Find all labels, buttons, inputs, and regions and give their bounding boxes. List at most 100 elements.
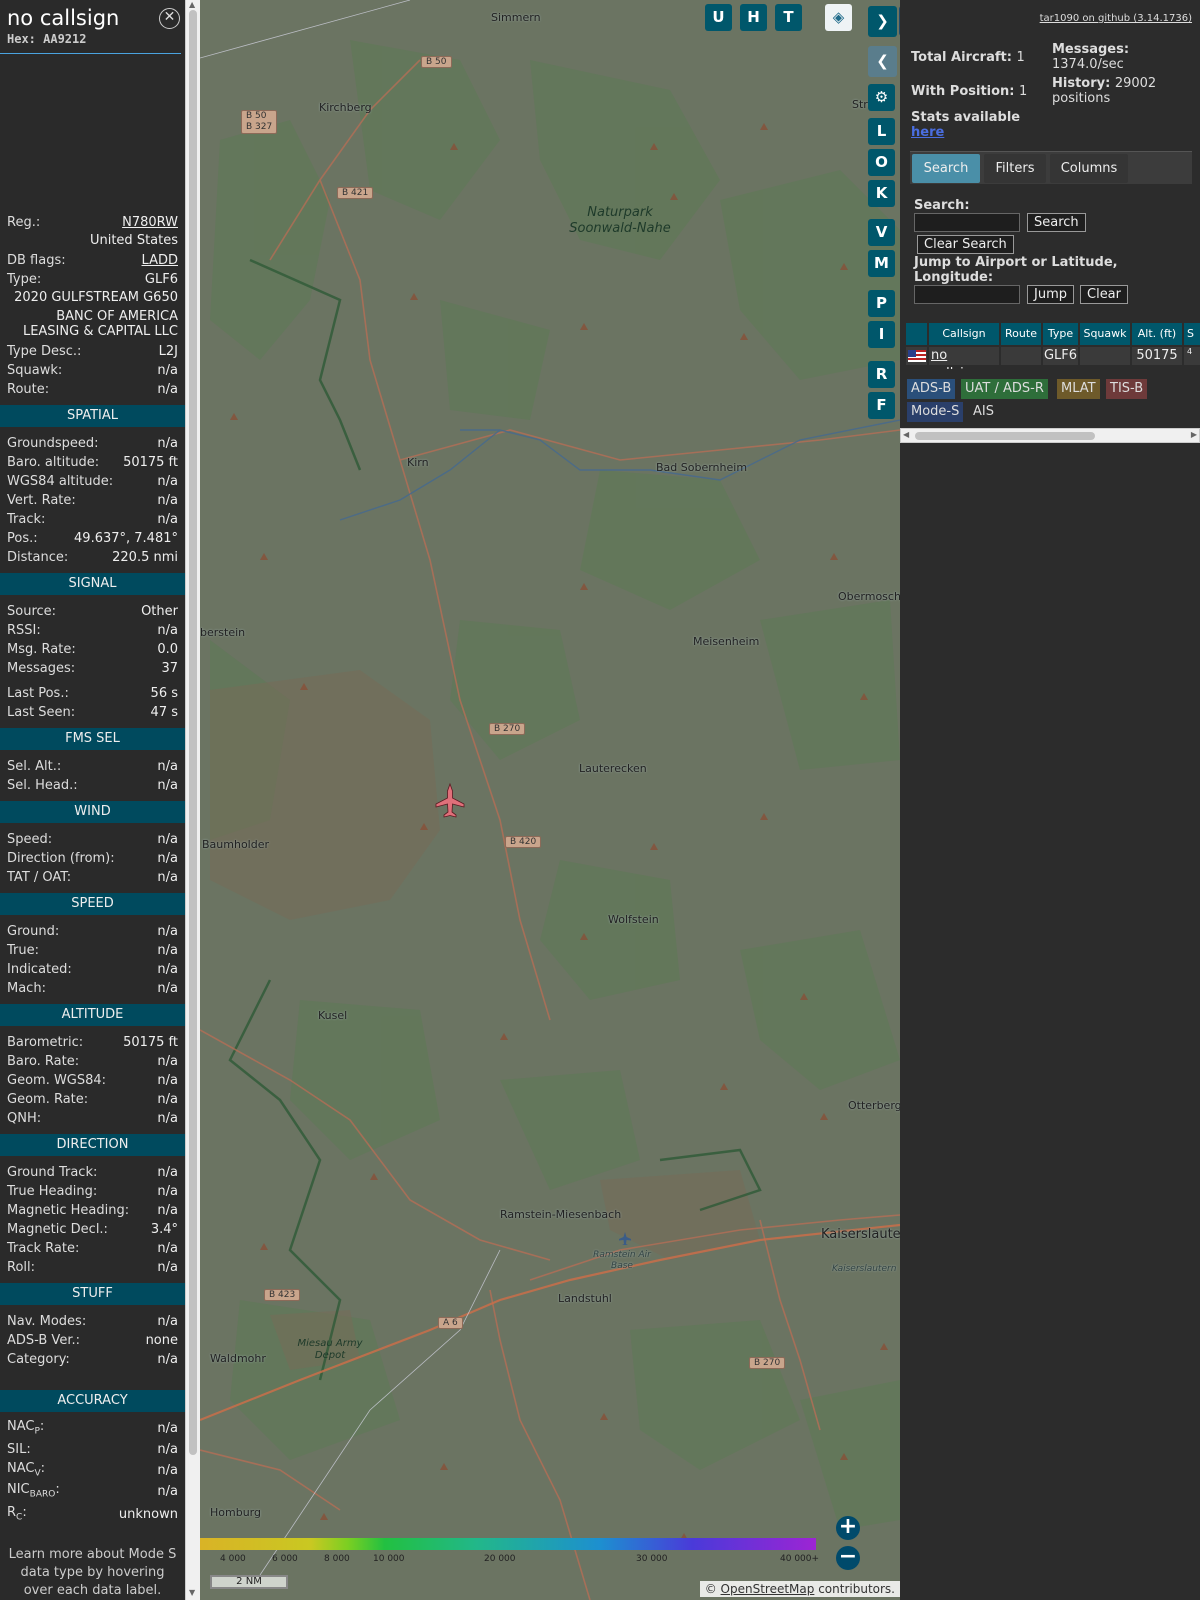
table-header-type[interactable]: Type xyxy=(1043,323,1078,345)
registration-link[interactable]: N780RW xyxy=(122,215,178,230)
button-o[interactable]: O xyxy=(868,149,895,176)
button-k[interactable]: K xyxy=(868,180,895,207)
military-area-label: Miesau Army Depot xyxy=(297,1338,363,1361)
table-header-squawk[interactable]: Squawk xyxy=(1080,323,1130,345)
button-p[interactable]: P xyxy=(868,290,895,317)
button-f[interactable]: F xyxy=(868,392,895,419)
map-view[interactable]: Simmern Kirchberg Kirn Bad Sobernheim Ob… xyxy=(200,0,900,1600)
search-input[interactable] xyxy=(914,213,1020,232)
table-row-speed[interactable]: 4 xyxy=(1184,347,1200,365)
msg-rate-row: Msg. Rate: 0.0 xyxy=(7,641,178,657)
barometric-row: Barometric: 50175 ft xyxy=(7,1034,178,1050)
source-tag-modes[interactable]: Mode-S xyxy=(907,402,964,422)
adsb-ver-row: ADS-B Ver.: none xyxy=(7,1332,178,1348)
table-header-altitude[interactable]: Alt. (ft) xyxy=(1132,323,1182,345)
expand-sidebar-icon[interactable]: ❯ xyxy=(868,6,897,37)
true-heading-row: True Heading: n/a xyxy=(7,1183,178,1199)
table-header-callsign[interactable]: Callsign xyxy=(929,323,999,345)
info-panel-scrollbar[interactable]: ▲ ▼ xyxy=(185,0,200,1600)
table-header-route[interactable]: Route xyxy=(1001,323,1041,345)
search-button[interactable]: Search xyxy=(1027,213,1086,232)
type-row: Type: GLF6 xyxy=(7,271,178,287)
mach-row: Mach: n/a xyxy=(7,980,178,996)
road-label: B 270 xyxy=(489,723,526,735)
source-tag-uat[interactable]: UAT / ADS-R xyxy=(961,379,1048,399)
mag-decl-row: Magnetic Decl.: 3.4° xyxy=(7,1221,178,1237)
altitude-color-legend xyxy=(200,1538,816,1550)
route-row: Route: n/a xyxy=(7,381,178,397)
aircraft-info-panel: no callsign Hex: AA9212 ✕ Reg.: N780RW Un… xyxy=(0,0,185,1600)
table-horizontal-scrollbar[interactable]: ◀ ▶ xyxy=(900,428,1200,443)
source-tag-ais[interactable]: AIS xyxy=(969,402,998,422)
tab-search[interactable]: Search xyxy=(912,154,980,183)
zoom-out-icon[interactable]: − xyxy=(836,1546,860,1570)
scroll-left-icon[interactable]: ◀ xyxy=(903,430,909,439)
stats-link[interactable]: here xyxy=(911,125,944,140)
tab-filters[interactable]: Filters xyxy=(984,154,1046,183)
true-speed-row: True: n/a xyxy=(7,942,178,958)
jump-input[interactable] xyxy=(914,285,1020,304)
table-row-callsign[interactable]: no callsign xyxy=(929,347,999,369)
button-l[interactable]: L xyxy=(868,118,895,145)
mag-heading-row: Magnetic Heading: n/a xyxy=(7,1202,178,1218)
button-t[interactable]: T xyxy=(775,4,802,31)
button-m[interactable]: M xyxy=(868,250,895,277)
clear-button[interactable]: Clear xyxy=(1080,285,1128,304)
ground-speed-row: Ground: n/a xyxy=(7,923,178,939)
place-label: Ramstein-Miesenbach xyxy=(500,1208,622,1221)
scroll-thumb[interactable] xyxy=(189,10,197,1455)
road-label: B 50 xyxy=(421,56,452,68)
scroll-up-icon[interactable]: ▲ xyxy=(189,0,195,9)
wgs84-altitude-row: WGS84 altitude: n/a xyxy=(7,473,178,489)
settings-gear-icon[interactable]: ⚙ xyxy=(868,84,895,111)
geom-wgs84-row: Geom. WGS84: n/a xyxy=(7,1072,178,1088)
scroll-thumb[interactable] xyxy=(915,432,1095,440)
button-v[interactable]: V xyxy=(868,219,895,246)
zoom-in-icon[interactable]: + xyxy=(836,1516,860,1540)
scroll-down-icon[interactable]: ▼ xyxy=(189,1588,195,1597)
place-label: Otterberg xyxy=(848,1099,900,1112)
table-row-type[interactable]: GLF6 xyxy=(1043,347,1078,365)
table-row-route[interactable] xyxy=(1001,347,1041,365)
table-header-flag xyxy=(906,323,927,345)
place-label: Landstuhl xyxy=(558,1292,612,1305)
collapse-sidebar-icon[interactable]: ❮ xyxy=(868,46,897,77)
section-stuff: STUFF xyxy=(0,1283,185,1305)
tab-columns[interactable]: Columns xyxy=(1050,154,1128,183)
place-label: Kusel xyxy=(318,1009,348,1022)
osm-link[interactable]: OpenStreetMap xyxy=(721,1582,815,1596)
road-label: B 50 B 327 xyxy=(241,110,278,134)
layers-icon[interactable]: ◈ xyxy=(825,4,852,31)
table-row-squawk[interactable] xyxy=(1080,347,1130,365)
legend-tick: 40 000+ xyxy=(780,1554,820,1564)
place-label: Simmern xyxy=(491,11,541,24)
category-row: Category: n/a xyxy=(7,1351,178,1367)
button-h[interactable]: H xyxy=(740,4,767,31)
source-row: Source: Other xyxy=(7,603,178,619)
source-tag-mlat[interactable]: MLAT xyxy=(1057,379,1100,399)
section-wind: WIND xyxy=(0,801,185,823)
table-header-speed[interactable]: S xyxy=(1184,323,1200,345)
ladd-link[interactable]: LADD xyxy=(142,253,178,268)
source-tag-tisb[interactable]: TIS-B xyxy=(1106,379,1148,399)
source-tag-adsb[interactable]: ADS-B xyxy=(907,379,956,399)
scroll-right-icon[interactable]: ▶ xyxy=(1191,430,1197,439)
clear-search-button[interactable]: Clear Search xyxy=(917,235,1014,254)
button-u[interactable]: U xyxy=(705,4,732,31)
button-r[interactable]: R xyxy=(868,361,895,388)
table-row-altitude[interactable]: 50175 xyxy=(1132,347,1182,365)
wind-speed-row: Speed: n/a xyxy=(7,831,178,847)
dbflags-row: DB flags: LADD xyxy=(7,252,178,268)
position-row: Pos.: 49.637°, 7.481° xyxy=(7,530,178,546)
legend-tick: 8 000 xyxy=(324,1554,350,1564)
last-pos-row: Last Pos.: 56 s xyxy=(7,685,178,701)
close-icon[interactable]: ✕ xyxy=(159,8,180,29)
section-speed: SPEED xyxy=(0,893,185,915)
github-link[interactable]: tar1090 on github (3.14.1736) xyxy=(1040,13,1192,24)
place-label: Ramstein Air Base xyxy=(593,1250,651,1271)
jump-button[interactable]: Jump xyxy=(1027,285,1074,304)
nacv-row: NACV: n/a xyxy=(7,1461,178,1479)
section-signal: SIGNAL xyxy=(0,573,185,595)
button-i[interactable]: I xyxy=(868,321,895,348)
place-label: Kaiserslaute xyxy=(821,1227,900,1242)
